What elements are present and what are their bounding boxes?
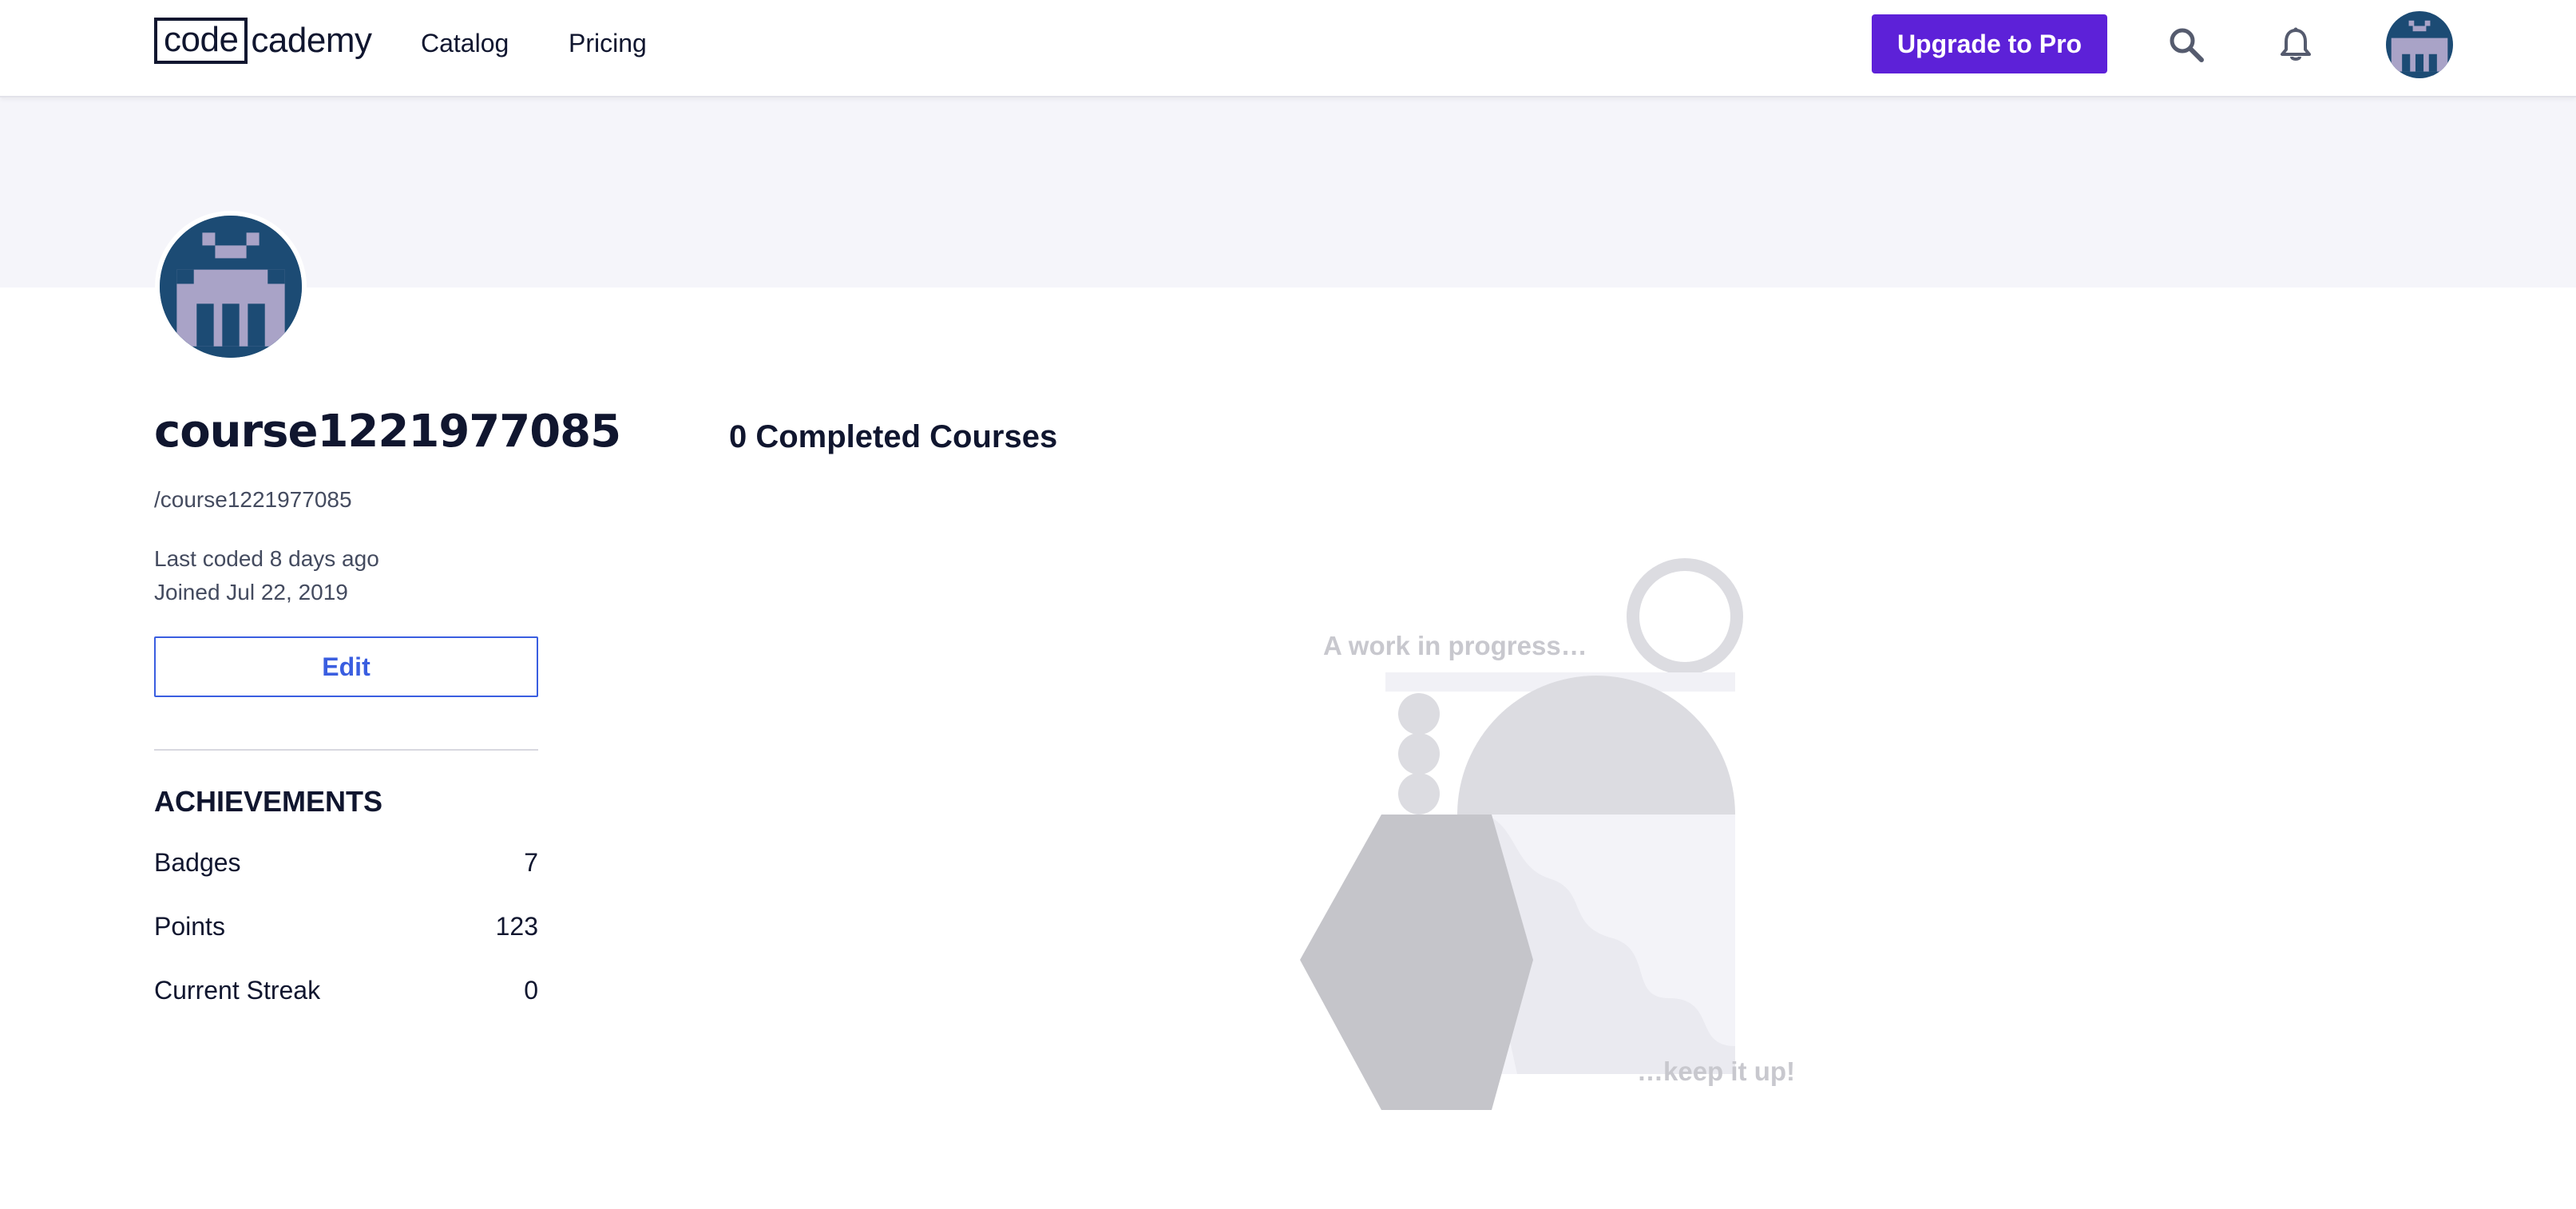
achievement-label: Points xyxy=(154,912,225,941)
achievement-value: 7 xyxy=(524,848,538,877)
edit-profile-button[interactable]: Edit xyxy=(154,636,538,697)
profile-banner xyxy=(0,96,2576,287)
achievement-value: 0 xyxy=(524,976,538,1005)
joined-date-text: Joined Jul 22, 2019 xyxy=(154,580,348,604)
search-icon[interactable] xyxy=(2164,22,2209,67)
profile-username: course1221977085 xyxy=(154,406,621,458)
logo-box-text: code xyxy=(154,18,248,64)
completed-courses-heading: 0 Completed Courses xyxy=(729,419,1058,454)
achievement-row-points: Points 123 xyxy=(154,912,538,941)
profile-handle: /course1221977085 xyxy=(154,487,352,512)
logo-rest-text: cademy xyxy=(251,21,372,60)
achievement-row-badges: Badges 7 xyxy=(154,848,538,878)
achievement-value: 123 xyxy=(495,912,538,941)
nav-link-catalog[interactable]: Catalog xyxy=(421,24,509,62)
work-in-progress-illustration: A work in progress… …keep it up! xyxy=(1278,551,1821,1126)
last-coded-text: Last coded 8 days ago xyxy=(154,546,379,571)
achievement-label: Current Streak xyxy=(154,976,321,1005)
profile-avatar xyxy=(155,211,307,363)
top-navigation-bar: code cademy Catalog Pricing Upgrade to Pr… xyxy=(0,0,2576,97)
achievement-row-current-streak: Current Streak 0 xyxy=(154,976,538,1005)
illustration-bottom-text: …keep it up! xyxy=(1637,1056,1795,1086)
nav-link-pricing[interactable]: Pricing xyxy=(569,24,647,62)
codecademy-logo[interactable]: code cademy xyxy=(154,18,372,64)
section-divider xyxy=(154,749,538,751)
illustration-top-text: A work in progress… xyxy=(1323,631,1587,660)
upgrade-to-pro-button[interactable]: Upgrade to Pro xyxy=(1872,14,2107,73)
bell-icon[interactable] xyxy=(2273,22,2318,67)
achievements-heading: ACHIEVEMENTS xyxy=(154,785,383,818)
achievement-label: Badges xyxy=(154,848,241,877)
user-avatar-menu[interactable] xyxy=(2386,11,2453,78)
